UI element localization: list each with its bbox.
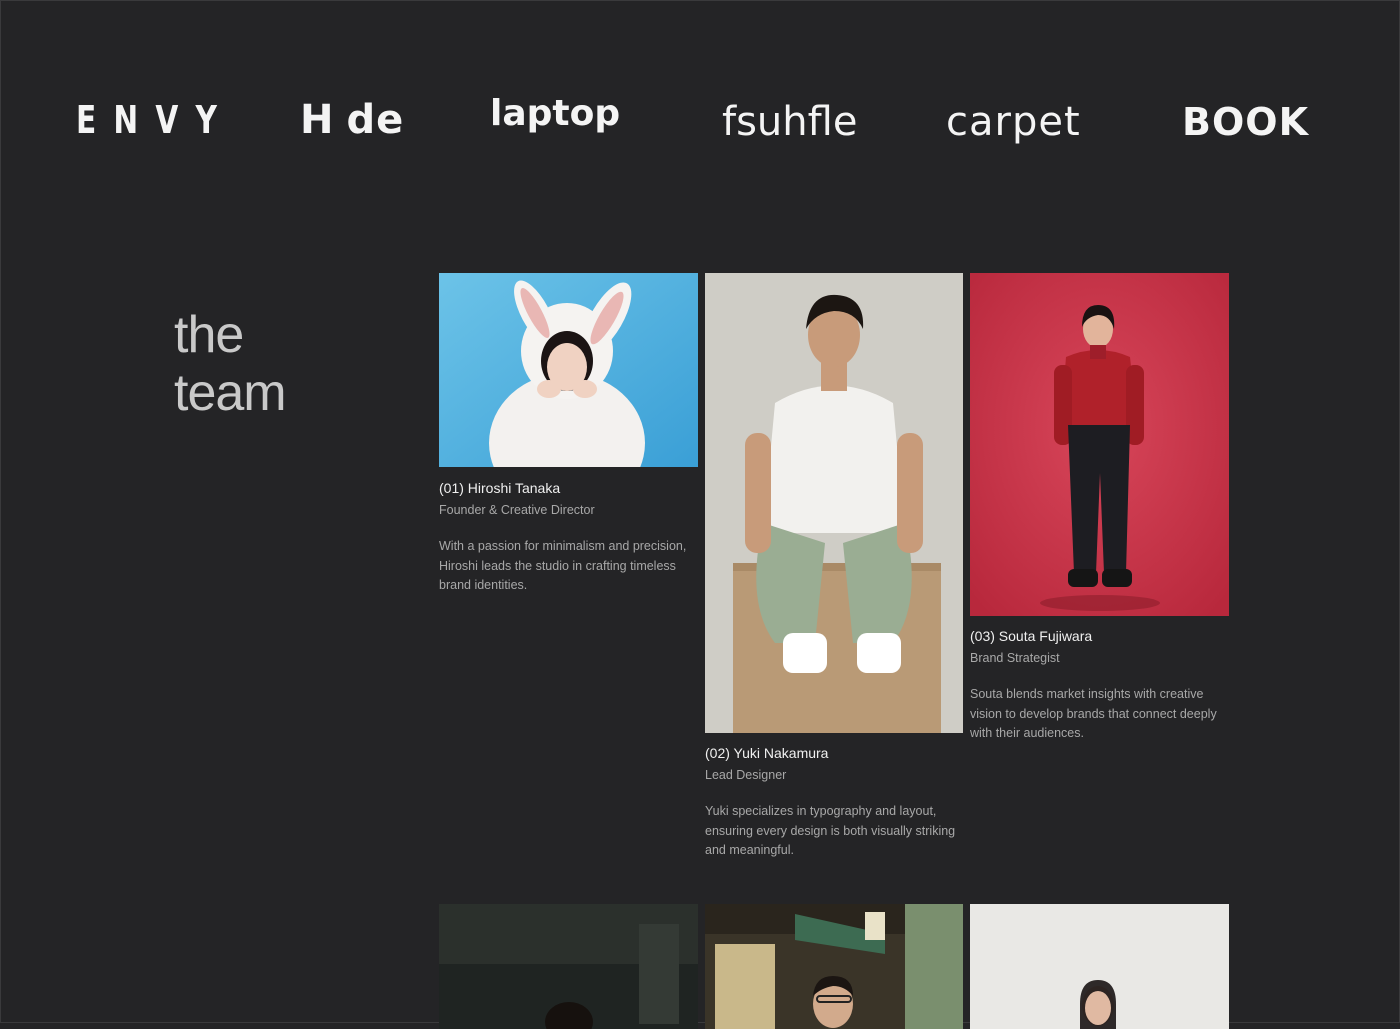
member-role: Brand Strategist [970, 651, 1060, 665]
portrait-image [970, 273, 1229, 616]
portrait-image [705, 904, 963, 1029]
team-photo-yuki[interactable] [705, 273, 963, 733]
section-heading: the team [174, 306, 287, 422]
member-name[interactable]: (03) Souta Fujiwara [970, 627, 1230, 645]
logo-fsuhfle: fsuhfle [722, 99, 858, 145]
heading-line-1: the [174, 306, 244, 364]
team-card-hiroshi: (01) Hiroshi Tanaka Founder & Creative D… [439, 479, 699, 596]
portrait-image [970, 904, 1229, 1029]
member-role: Lead Designer [705, 768, 787, 782]
team-photo-4[interactable] [439, 904, 698, 1029]
member-name[interactable]: (02) Yuki Nakamura [705, 744, 965, 762]
logo-hide: Hde [300, 97, 405, 143]
logo-carpet: carpet [946, 99, 1081, 145]
portrait-image [439, 273, 698, 467]
team-photo-6[interactable] [970, 904, 1229, 1029]
member-bio: Souta blends market insights with creati… [970, 687, 1217, 740]
member-bio: Yuki specializes in typography and layou… [705, 804, 956, 857]
team-photo-5[interactable] [705, 904, 963, 1029]
logo-envy: ENVY [76, 98, 235, 142]
logo-book: BOOK [1182, 100, 1310, 144]
team-photo-souta[interactable] [970, 273, 1229, 616]
member-role: Founder & Creative Director [439, 503, 595, 517]
portrait-image [439, 904, 698, 1029]
heading-line-2: team [174, 364, 287, 422]
portrait-image [705, 273, 963, 733]
logo-laptop: laptop [490, 93, 621, 134]
member-name[interactable]: (01) Hiroshi Tanaka [439, 479, 699, 497]
client-logos: ENVY Hde laptop fsuhfle carpet BOOK [0, 92, 1400, 148]
team-photo-hiroshi[interactable] [439, 273, 698, 467]
team-card-yuki: (02) Yuki Nakamura Lead Designer Yuki sp… [705, 744, 965, 861]
team-card-souta: (03) Souta Fujiwara Brand Strategist Sou… [970, 627, 1230, 744]
member-bio: With a passion for minimalism and precis… [439, 539, 687, 592]
